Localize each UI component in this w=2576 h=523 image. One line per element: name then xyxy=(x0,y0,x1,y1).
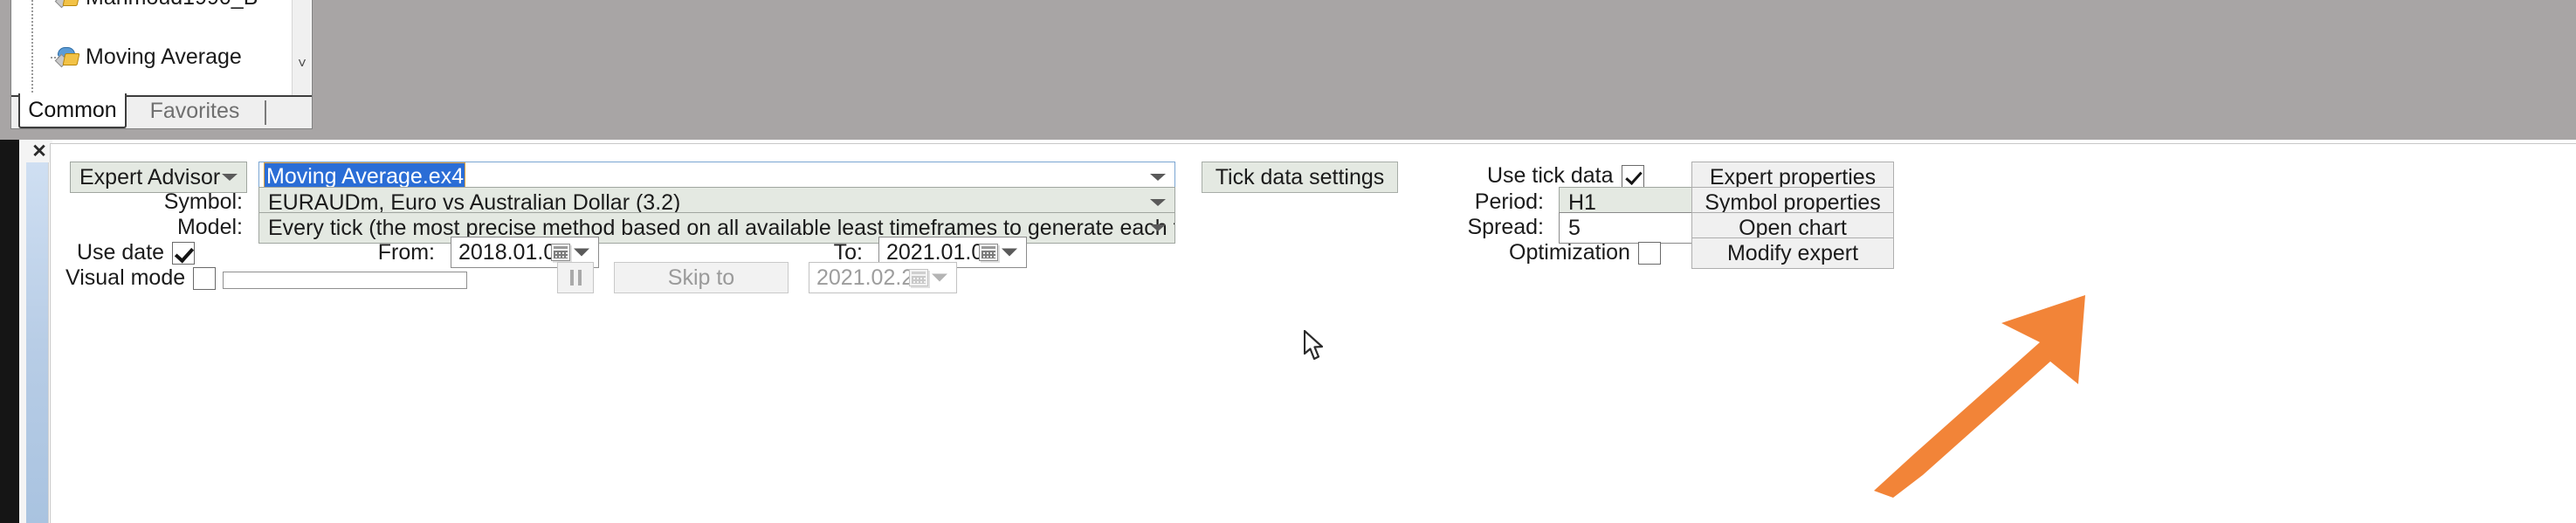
tester-side-accent xyxy=(26,162,49,523)
chevron-down-icon[interactable] xyxy=(932,273,947,282)
visual-speed-slider[interactable] xyxy=(223,272,467,289)
tab-common[interactable]: Common xyxy=(18,93,127,128)
list-item[interactable]: Moving Average xyxy=(12,42,293,72)
panel-gutter xyxy=(19,140,26,523)
use-tick-data-label: Use tick data xyxy=(1487,163,1614,188)
model-value: Every tick (the most precise method base… xyxy=(268,215,1175,240)
visual-mode-checkbox-row[interactable]: Visual mode xyxy=(65,265,217,291)
calendar-icon[interactable] xyxy=(551,244,570,261)
visual-mode-checkbox[interactable] xyxy=(193,266,217,290)
screenshot-root: MACD Sample Mahmoud1990_B Moving Average xyxy=(0,0,2576,523)
navigator-tree[interactable]: MACD Sample Mahmoud1990_B Moving Average xyxy=(12,0,293,96)
tester-form: Expert Advisor Moving Average.ex4 Tick d… xyxy=(50,143,2576,523)
modify-expert-label: Modify expert xyxy=(1726,240,1859,265)
tab-favorites[interactable]: Favorites xyxy=(134,93,256,128)
list-item-label: Mahmoud1990_B xyxy=(86,0,258,10)
navigator-tabstrip: Common Favorites xyxy=(11,93,312,128)
use-date-label: Use date xyxy=(77,240,165,265)
tick-data-settings-button[interactable]: Tick data settings xyxy=(1202,162,1398,193)
use-date-checkbox-row[interactable]: Use date xyxy=(77,240,196,265)
modify-expert-button[interactable]: Modify expert xyxy=(1691,237,1894,269)
tick-data-settings-label: Tick data settings xyxy=(1215,164,1385,189)
optimization-checkbox-row[interactable]: Optimization xyxy=(1509,240,1661,265)
window-left-edge xyxy=(0,140,19,523)
expert-advisor-icon xyxy=(54,0,80,9)
optimization-label: Optimization xyxy=(1509,240,1630,265)
platform-backdrop: MACD Sample Mahmoud1990_B Moving Average xyxy=(0,0,2576,140)
pause-icon-bar-left xyxy=(569,270,574,286)
from-label: From: xyxy=(377,240,435,265)
chevron-down-icon[interactable] xyxy=(1002,248,1017,257)
chevron-down-icon[interactable] xyxy=(1150,224,1166,231)
use-date-checkbox[interactable] xyxy=(172,241,196,265)
chevron-down-icon[interactable]: ˅ xyxy=(293,54,312,73)
calendar-icon[interactable] xyxy=(909,269,928,286)
skip-to-button[interactable]: Skip to xyxy=(614,262,789,293)
chevron-down-icon[interactable] xyxy=(574,248,589,257)
list-item[interactable]: Mahmoud1990_B xyxy=(12,0,293,12)
use-tick-data-checkbox[interactable] xyxy=(1621,164,1644,188)
optimization-checkbox[interactable] xyxy=(1637,241,1661,265)
calendar-icon[interactable] xyxy=(979,244,998,261)
pause-icon-bar-right xyxy=(577,270,582,286)
model-label: Model: xyxy=(176,215,243,239)
spread-value: 5 xyxy=(1568,215,1581,240)
expert-type-value: Expert Advisor xyxy=(79,164,221,189)
strategy-tester-panel: ✕ Expert Advisor Moving Average.ex4 Tick… xyxy=(0,140,2576,523)
list-item-label: Moving Average xyxy=(86,44,242,69)
skip-to-label: Skip to xyxy=(667,265,735,290)
model-combo[interactable]: Every tick (the most precise method base… xyxy=(258,212,1175,244)
close-icon[interactable]: ✕ xyxy=(26,140,52,162)
navigator-scrollbar[interactable]: ˅ xyxy=(292,0,311,96)
navigator-panel: MACD Sample Mahmoud1990_B Moving Average xyxy=(10,0,313,129)
symbol-label: Symbol: xyxy=(163,189,243,214)
use-tick-data-checkbox-row[interactable]: Use tick data xyxy=(1487,163,1644,189)
chevron-down-icon[interactable] xyxy=(1150,174,1166,181)
skip-to-date-input[interactable]: 2021.02.21 xyxy=(809,262,957,293)
visual-mode-label: Visual mode xyxy=(65,265,186,290)
pause-button[interactable] xyxy=(557,262,594,293)
expert-type-combo[interactable]: Expert Advisor xyxy=(70,162,247,193)
period-label: Period: xyxy=(1474,189,1544,214)
expert-advisor-icon xyxy=(54,46,80,68)
spread-label: Spread: xyxy=(1467,215,1544,239)
tab-separator xyxy=(265,100,266,125)
chevron-down-icon[interactable] xyxy=(222,174,238,181)
chevron-down-icon[interactable] xyxy=(1150,199,1166,206)
